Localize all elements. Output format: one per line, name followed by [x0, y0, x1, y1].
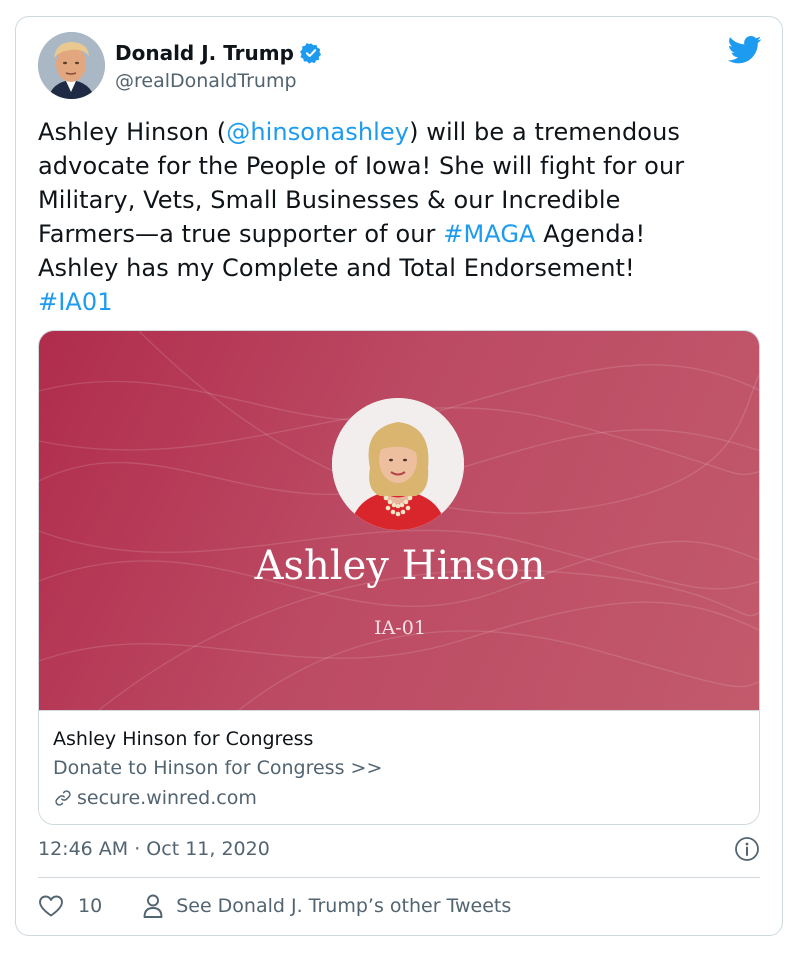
heart-icon	[39, 895, 63, 917]
tweet-actions: 10 See Donald J. Trump’s other Tweets	[38, 891, 511, 921]
card-description[interactable]: Donate to Hinson for Congress >>	[53, 753, 747, 783]
tweet-line: #IA01	[38, 285, 768, 319]
link-icon	[55, 790, 71, 806]
card-domain-text[interactable]: secure.winred.com	[77, 783, 257, 813]
author-avatar[interactable]	[38, 32, 105, 99]
tweet-line: Military, Vets, Small Businesses & our I…	[38, 186, 621, 214]
twitter-bird-icon[interactable]	[728, 35, 762, 65]
card-image-name: Ashley Hinson	[254, 543, 546, 589]
tweet-text-segment: Farmers—a true supporter of our	[38, 220, 444, 248]
card-image[interactable]: Ashley Hinson IA-01	[39, 331, 759, 710]
see-other-tweets-link[interactable]: See Donald J. Trump’s other Tweets	[142, 893, 511, 919]
tweet-line: advocate for the People of Iowa! She wil…	[38, 152, 685, 180]
info-icon[interactable]	[734, 836, 760, 862]
person-icon	[143, 894, 163, 918]
author-name[interactable]: Donald J. Trump	[115, 41, 322, 65]
card-title[interactable]: Ashley Hinson for Congress	[53, 725, 747, 753]
card-meta[interactable]: Ashley Hinson for Congress Donate to Hin…	[39, 710, 759, 824]
mention-link[interactable]: @hinsonashley	[226, 118, 409, 146]
like-button[interactable]: 10	[38, 894, 102, 918]
divider	[38, 877, 760, 878]
card-domain[interactable]: secure.winred.com	[53, 783, 747, 813]
card-image-district: IA-01	[374, 617, 426, 639]
author-handle[interactable]: @realDonaldTrump	[115, 69, 297, 93]
tweet-timestamp[interactable]: 12:46 AM · Oct 11, 2020	[38, 835, 270, 863]
see-other-tweets-label[interactable]: See Donald J. Trump’s other Tweets	[176, 895, 511, 917]
tweet-line: Farmers—a true supporter of our #MAGA Ag…	[38, 217, 768, 251]
tweet-text: Ashley Hinson (@hinsonashley) will be a …	[38, 115, 768, 319]
tweet-line: Ashley has my Complete and Total Endorse…	[38, 254, 635, 282]
tweet-text-segment: ) will be a tremendous	[409, 118, 681, 146]
tweet-text-segment: Ashley Hinson (	[38, 118, 227, 146]
candidate-photo	[332, 398, 464, 530]
like-count: 10	[78, 895, 103, 917]
hashtag-link[interactable]: #MAGA	[443, 220, 535, 248]
verified-badge-icon	[300, 43, 322, 64]
tweet-line: Ashley Hinson (@hinsonashley) will be a …	[38, 115, 768, 149]
tweet-card: Donald J. Trump @realDonaldTrump Ashley …	[15, 16, 783, 936]
tweet-text-segment: Agenda!	[535, 220, 646, 248]
author-name-text[interactable]: Donald J. Trump	[115, 41, 294, 65]
hashtag-link[interactable]: #IA01	[38, 288, 113, 316]
link-preview-card[interactable]: Ashley Hinson IA-01 Ashley Hinson for Co…	[38, 330, 760, 825]
